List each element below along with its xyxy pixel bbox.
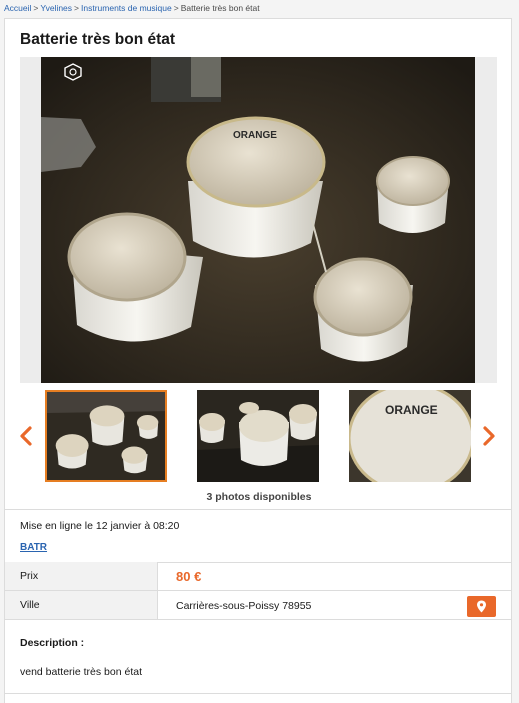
price-value: 80 €: [176, 569, 202, 584]
gallery-thumbnail-2[interactable]: [197, 390, 319, 482]
camera-badge-icon: [64, 63, 82, 81]
breadcrumb-separator: >: [74, 3, 80, 13]
divider: [5, 619, 511, 620]
drum-brand-label: ORANGE: [385, 403, 438, 417]
chevron-left-icon[interactable]: [17, 425, 35, 447]
description-text: vend batterie très bon état: [20, 666, 142, 678]
ad-card: Batterie très bon état ORANGE ORANGE 3 p…: [4, 18, 512, 703]
main-photo[interactable]: ORANGE: [41, 57, 475, 383]
price-label-cell: Prix: [5, 562, 158, 590]
breadcrumb-region-link[interactable]: Yvelines: [40, 3, 72, 13]
breadcrumb: Accueil > Yvelines > Instruments de musique >…: [4, 3, 260, 13]
gallery-thumbnail-1[interactable]: [45, 390, 167, 482]
seller-name-link[interactable]: BATR: [20, 542, 47, 553]
drum-brand-label: ORANGE: [233, 130, 277, 141]
map-location-button[interactable]: [467, 596, 496, 617]
price-label: Prix: [20, 570, 39, 582]
description-title: Description :: [20, 637, 85, 649]
breadcrumb-category-link[interactable]: Instruments de musique: [81, 3, 172, 13]
breadcrumb-separator: >: [173, 3, 179, 13]
photo-count: 3 photos disponibles: [206, 491, 312, 503]
map-pin-icon: [477, 600, 486, 613]
breadcrumb-separator: >: [33, 3, 39, 13]
breadcrumb-current: Batterie très bon état: [180, 3, 260, 13]
posted-date: Mise en ligne le 12 janvier à 08:20: [20, 520, 180, 532]
breadcrumb-home-link[interactable]: Accueil: [4, 3, 31, 13]
main-photo-frame: ORANGE: [20, 57, 497, 383]
city-label: Ville: [20, 599, 40, 611]
city-value: Carrières-sous-Poissy 78955: [176, 600, 312, 612]
chevron-right-icon[interactable]: [480, 425, 498, 447]
divider: [5, 693, 511, 694]
ad-title: Batterie très bon état: [20, 31, 176, 48]
divider: [5, 509, 511, 510]
gallery-thumbnail-3[interactable]: ORANGE: [349, 390, 471, 482]
city-label-cell: Ville: [5, 591, 158, 619]
